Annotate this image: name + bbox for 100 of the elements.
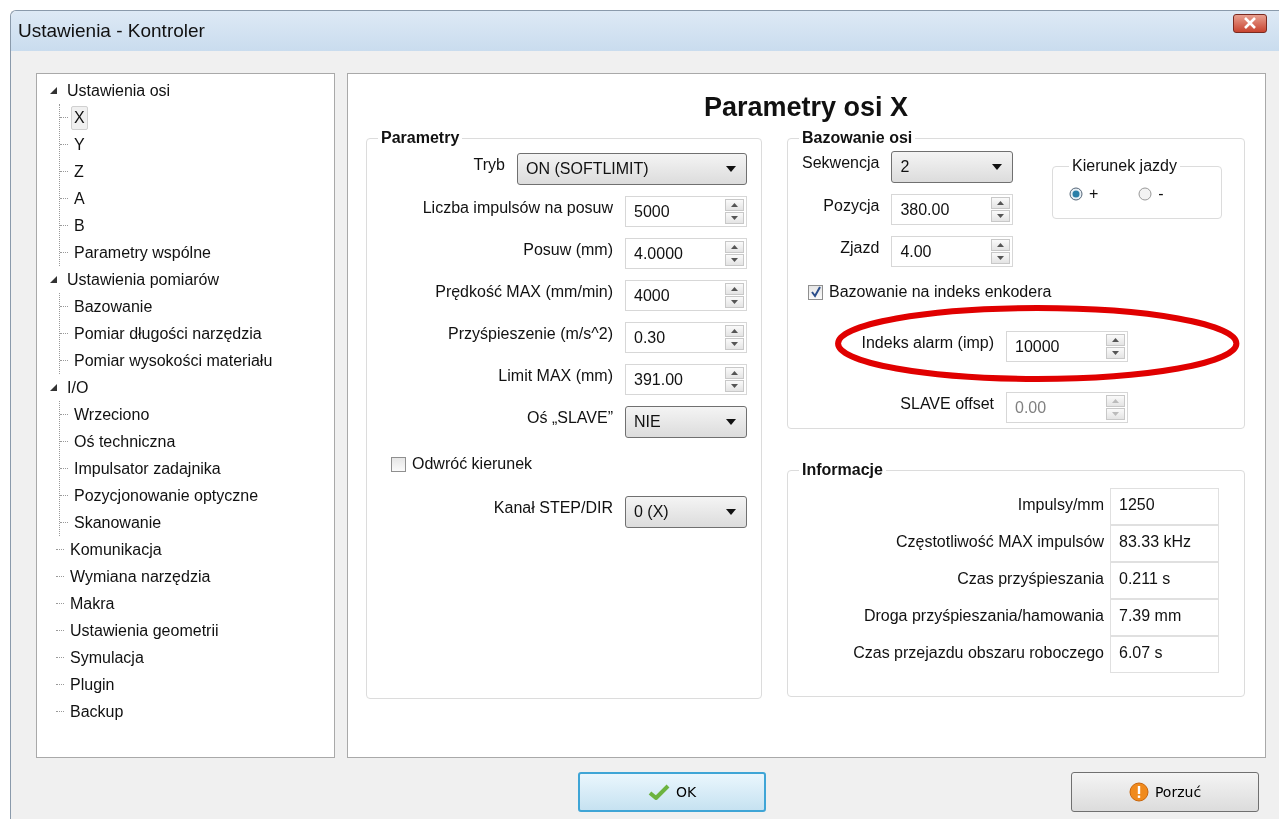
tree-item[interactable]: Skanowanie xyxy=(71,510,165,535)
tree-item[interactable]: Pomiar wysokości materiału xyxy=(71,348,276,373)
down-arrow-icon xyxy=(731,300,738,304)
dropdown-arrow-icon xyxy=(726,166,736,172)
tree-item[interactable]: Makra xyxy=(67,591,118,616)
dropdown[interactable]: 2 xyxy=(891,151,1014,183)
up-arrow-icon xyxy=(1112,338,1119,342)
tree-item[interactable]: Backup xyxy=(67,699,127,724)
radio-off-icon xyxy=(1138,187,1153,201)
up-arrow-icon xyxy=(1112,399,1119,403)
field-label: Pozycja xyxy=(823,196,880,215)
close-button[interactable] xyxy=(1233,13,1267,33)
tree-item[interactable]: Wrzeciono xyxy=(71,402,153,427)
ok-button[interactable]: OK xyxy=(578,772,766,812)
tree-item[interactable]: Parametry wspólne xyxy=(71,240,214,265)
tree-item[interactable]: Impulsator zadajnika xyxy=(71,456,224,481)
tree-item[interactable]: Z xyxy=(71,159,87,184)
spin-up-button[interactable] xyxy=(991,239,1011,251)
tree-item[interactable]: X xyxy=(71,105,88,130)
field-label: Liczba impulsów na posuw xyxy=(422,198,613,217)
tree-item[interactable]: Komunikacja xyxy=(67,537,165,562)
tree-item[interactable]: Ustawienia geometrii xyxy=(67,618,222,643)
tree-item[interactable]: Plugin xyxy=(67,672,118,697)
spin-down-button[interactable] xyxy=(991,252,1011,264)
spin-up-button[interactable] xyxy=(725,241,744,253)
info-value: 1250 xyxy=(1110,488,1219,525)
dropdown[interactable]: NIE xyxy=(625,406,747,438)
field-label: Limit MAX (mm) xyxy=(498,366,613,385)
dropdown-arrow-icon xyxy=(726,419,736,425)
down-arrow-icon xyxy=(731,258,738,262)
panel-heading: Parametry osi X xyxy=(702,91,910,124)
spin-up-button[interactable] xyxy=(725,367,744,379)
number-field[interactable]: 4.0000 xyxy=(625,238,747,269)
number-field[interactable]: 5000 xyxy=(625,196,747,227)
spin-down-button[interactable] xyxy=(725,380,744,392)
info-value: 83.33 kHz xyxy=(1110,525,1219,562)
tree-item[interactable]: Wymiana narzędzia xyxy=(67,564,214,589)
radio-button[interactable]: - xyxy=(1138,185,1164,203)
dropdown[interactable]: ON (SOFTLIMIT) xyxy=(517,153,747,185)
info-value: 7.39 mm xyxy=(1110,599,1219,636)
field-label: Sekwencja xyxy=(802,154,880,172)
checkbox[interactable]: Odwróć kierunek xyxy=(391,455,533,473)
spin-up-button[interactable] xyxy=(725,283,744,295)
up-arrow-icon xyxy=(731,371,738,375)
up-arrow-icon xyxy=(997,201,1005,205)
field-label: Przyśpieszenie (m/s^2) xyxy=(448,324,613,343)
number-field[interactable]: 0.30 xyxy=(625,322,747,353)
spin-down-button[interactable] xyxy=(725,338,744,350)
group-title: Bazowanie osi xyxy=(801,129,914,147)
spin-down-button[interactable] xyxy=(1106,347,1125,359)
spin-down-button[interactable] xyxy=(991,210,1011,222)
group-title: Informacje xyxy=(801,461,884,479)
tree-item[interactable]: Symulacja xyxy=(67,645,147,670)
cancel-button[interactable]: Porzuć xyxy=(1071,772,1259,812)
field-label: Oś „SLAVE” xyxy=(527,409,613,427)
dropdown-arrow-icon xyxy=(726,509,736,515)
field-label: Kanał STEP/DIR xyxy=(493,499,613,517)
field-label: Zjazd xyxy=(840,238,880,257)
info-label: Czas przyśpieszania xyxy=(956,569,1105,589)
dropdown-arrow-icon xyxy=(992,164,1003,170)
spin-up-button[interactable] xyxy=(1106,334,1125,346)
info-value: 0.211 s xyxy=(1110,562,1219,599)
tree-item[interactable]: A xyxy=(71,186,88,211)
spin-up-button[interactable] xyxy=(725,199,744,211)
field-label: SLAVE offset xyxy=(900,394,994,413)
spin-down-button[interactable] xyxy=(725,212,744,224)
tree-item[interactable]: Ustawienia pomiarów xyxy=(64,267,223,292)
down-arrow-icon xyxy=(731,216,738,220)
up-arrow-icon xyxy=(731,203,738,207)
down-arrow-icon xyxy=(997,214,1005,218)
spin-up-button[interactable] xyxy=(725,325,744,337)
checkmark-icon xyxy=(809,286,822,298)
up-arrow-icon xyxy=(731,287,738,291)
checkbox[interactable]: Bazowanie na indeks enkodera xyxy=(808,283,1052,301)
tree-item[interactable]: Y xyxy=(71,132,88,157)
down-arrow-icon xyxy=(997,256,1005,260)
close-icon xyxy=(1243,17,1257,29)
tree-item[interactable]: Oś techniczna xyxy=(71,429,179,454)
up-arrow-icon xyxy=(731,245,738,249)
tree-item[interactable]: Ustawienia osi xyxy=(64,78,174,103)
tree-item[interactable]: Pozycjonowanie optyczne xyxy=(71,483,262,508)
field-label: Tryb xyxy=(473,156,505,174)
radio-button[interactable]: + xyxy=(1069,185,1099,203)
dropdown[interactable]: 0 (X) xyxy=(625,496,747,528)
spin-down-button[interactable] xyxy=(725,254,744,266)
number-field[interactable]: 391.00 xyxy=(625,364,747,395)
down-arrow-icon xyxy=(1112,351,1119,355)
number-field[interactable]: 380.00 xyxy=(891,194,1014,225)
number-field[interactable]: 10000 xyxy=(1006,331,1128,362)
info-label: Czas przejazdu obszaru roboczego xyxy=(852,643,1105,663)
number-field[interactable]: 4.00 xyxy=(891,236,1014,267)
tree-item[interactable]: I/O xyxy=(64,375,92,400)
spin-up-button[interactable] xyxy=(991,197,1011,209)
number-field[interactable]: 4000 xyxy=(625,280,747,311)
tree-item[interactable]: Bazowanie xyxy=(71,294,156,319)
tree-item[interactable]: B xyxy=(71,213,88,238)
window-title: Ustawienia - Kontroler xyxy=(18,20,205,42)
tree-item[interactable]: Pomiar długości narzędzia xyxy=(71,321,265,346)
spin-down-button[interactable] xyxy=(725,296,744,308)
up-arrow-icon xyxy=(731,329,738,333)
